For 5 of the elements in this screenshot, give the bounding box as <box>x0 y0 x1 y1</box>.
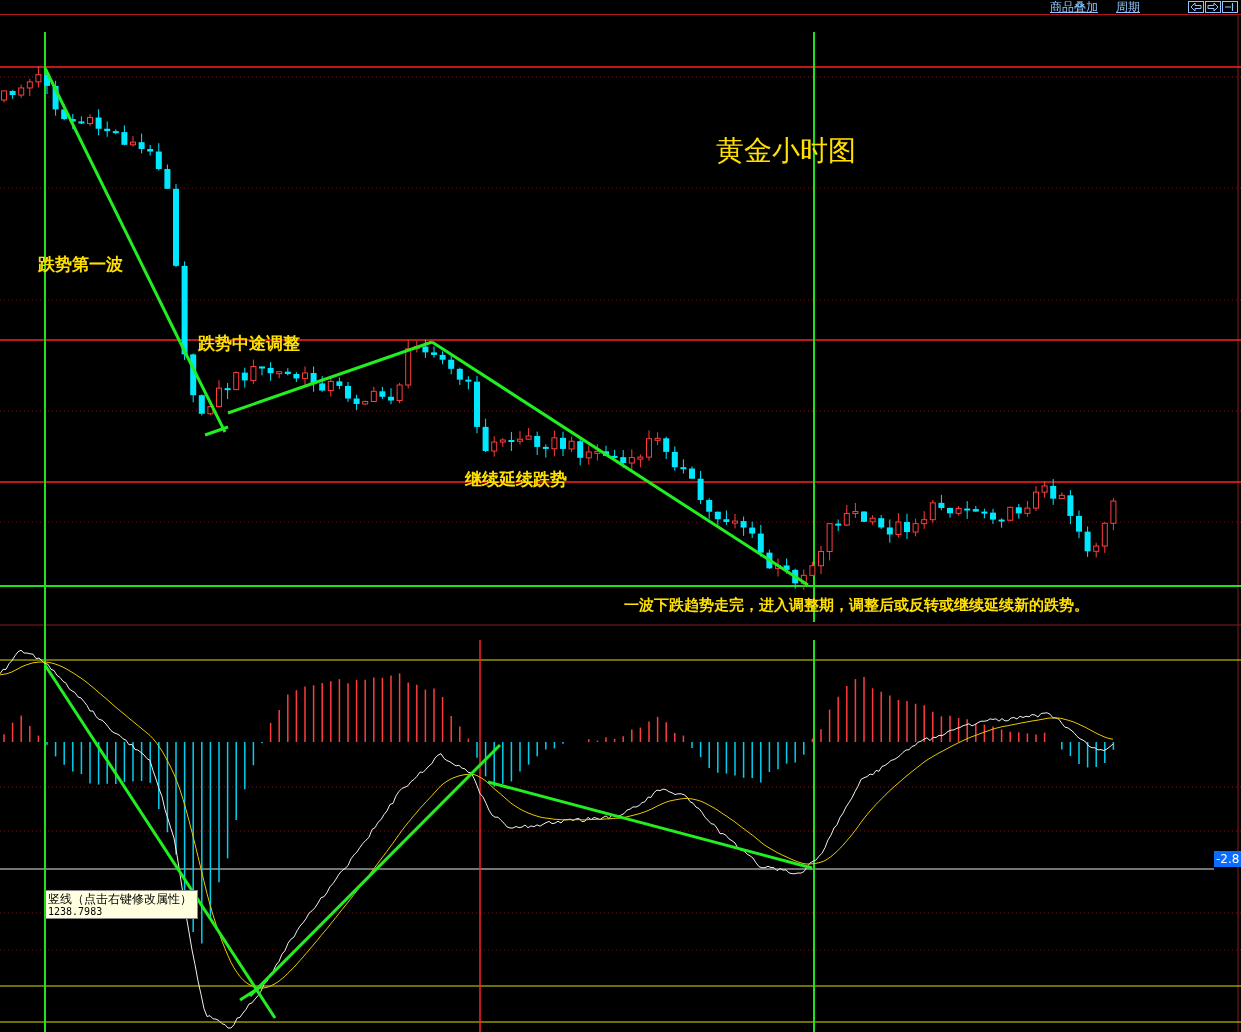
tooltip-value: 1238.7983 <box>48 906 104 917</box>
tooltip-title: 竖线（点击右键修改属性） <box>48 892 192 906</box>
toolbar-link[interactable]: 周期 <box>1116 0 1140 14</box>
value-label: -2.8 <box>1214 851 1241 867</box>
toolbar-link[interactable]: 商品叠加 <box>1050 0 1098 14</box>
